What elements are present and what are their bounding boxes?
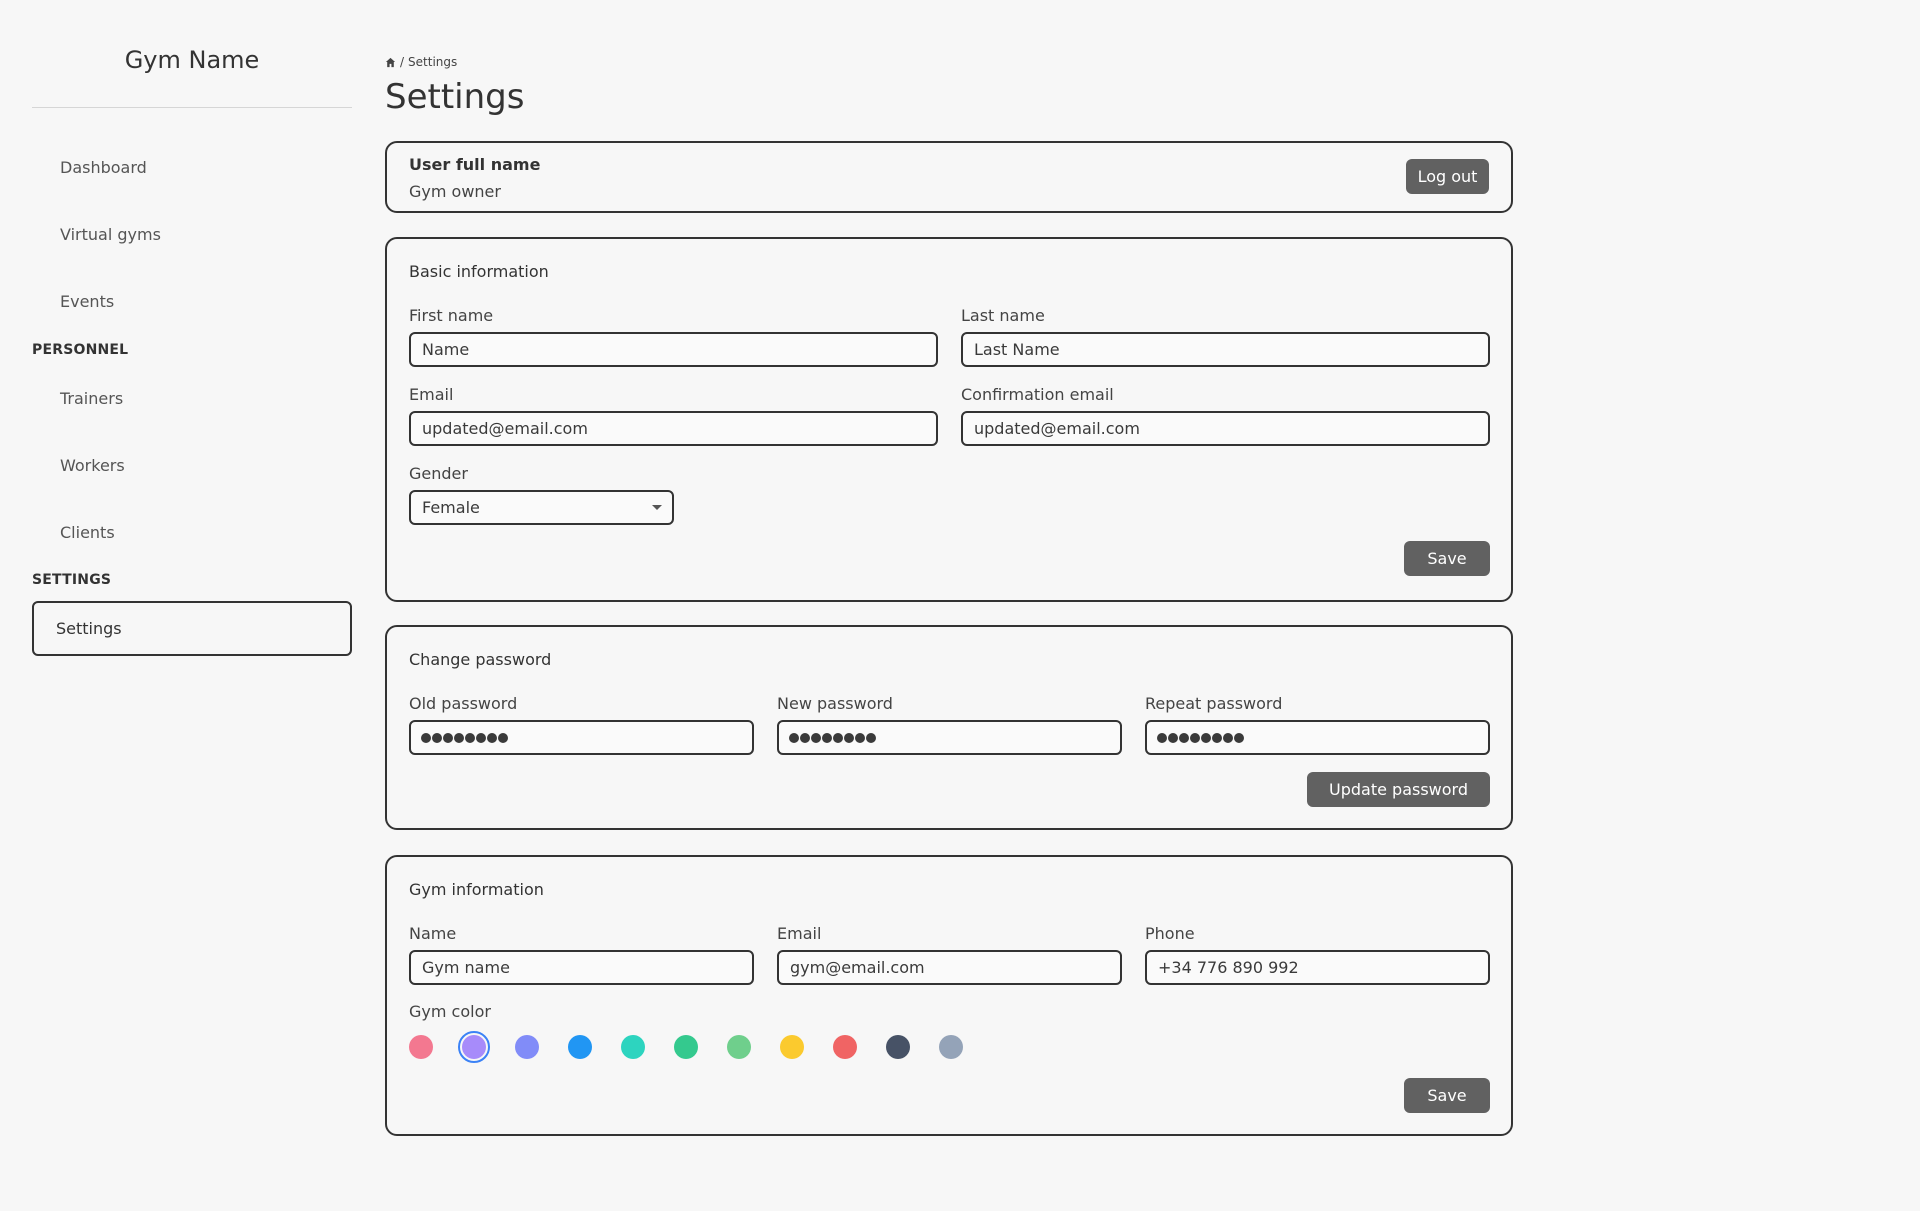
first-name-input[interactable] <box>409 332 938 367</box>
chevron-down-icon <box>652 505 662 510</box>
gym-color-swatch[interactable] <box>727 1035 751 1059</box>
gym-color-swatch[interactable] <box>674 1035 698 1059</box>
password-mask-dot <box>1223 732 1233 743</box>
gym-color-swatch-fill <box>462 1035 486 1059</box>
basic-information-title: Basic information <box>409 262 549 281</box>
user-full-name: User full name <box>409 155 541 174</box>
gym-phone-input[interactable] <box>1145 950 1490 985</box>
gym-color-swatch[interactable] <box>409 1035 433 1059</box>
password-mask-dot <box>1234 732 1244 743</box>
gym-name-input[interactable] <box>409 950 754 985</box>
password-mask-dot <box>811 732 821 743</box>
breadcrumb-separator: / <box>400 55 405 69</box>
page-title: Settings <box>385 77 525 117</box>
password-mask-dot <box>1157 732 1167 743</box>
gym-info-save-button[interactable]: Save <box>1404 1078 1490 1113</box>
password-mask-dot <box>844 732 854 743</box>
password-mask-dot <box>866 732 876 743</box>
email-input[interactable] <box>409 411 938 446</box>
gym-color-swatch[interactable] <box>515 1035 539 1059</box>
confirmation-email-label: Confirmation email <box>961 385 1114 404</box>
gym-phone-label: Phone <box>1145 924 1195 943</box>
user-card: User full name Gym owner Log out <box>385 141 1513 213</box>
new-password-label: New password <box>777 694 893 713</box>
password-mask-dot <box>1212 732 1222 743</box>
gym-information-title: Gym information <box>409 880 544 899</box>
sidebar-heading-settings: SETTINGS <box>32 572 112 588</box>
breadcrumb-current: Settings <box>408 55 458 69</box>
gym-color-swatch[interactable] <box>568 1035 592 1059</box>
new-password-input[interactable] <box>777 720 1122 755</box>
sidebar-item-trainers[interactable]: Trainers <box>60 389 123 408</box>
brand-name: Gym Name <box>124 46 260 74</box>
password-mask-dot <box>855 732 865 743</box>
gender-select[interactable]: Female <box>409 490 674 525</box>
password-mask-dot <box>443 732 453 743</box>
repeat-password-input[interactable] <box>1145 720 1490 755</box>
gym-email-input[interactable] <box>777 950 1122 985</box>
password-mask-dot <box>1201 732 1211 743</box>
gym-color-swatch[interactable] <box>833 1035 857 1059</box>
password-mask-dot <box>800 732 810 743</box>
password-mask-dot <box>1190 732 1200 743</box>
sidebar: Gym Name Dashboard Virtual gyms Events P… <box>32 0 352 1211</box>
repeat-password-label: Repeat password <box>1145 694 1283 713</box>
gym-color-swatch[interactable] <box>780 1035 804 1059</box>
password-mask-dot <box>822 732 832 743</box>
gym-color-swatch-selected[interactable] <box>458 1031 490 1063</box>
password-mask-dot <box>476 732 486 743</box>
email-label: Email <box>409 385 454 404</box>
user-role: Gym owner <box>409 182 501 201</box>
password-mask-dot <box>1168 732 1178 743</box>
password-mask-dot <box>833 732 843 743</box>
password-mask-dot <box>487 732 497 743</box>
gym-name-label: Name <box>409 924 457 943</box>
sidebar-item-virtual-gyms[interactable]: Virtual gyms <box>60 225 161 244</box>
gym-email-label: Email <box>777 924 822 943</box>
last-name-input[interactable] <box>961 332 1490 367</box>
password-mask-dot <box>465 732 475 743</box>
password-mask-dot <box>454 732 464 743</box>
change-password-title: Change password <box>409 650 552 669</box>
last-name-label: Last name <box>961 306 1045 325</box>
first-name-label: First name <box>409 306 494 325</box>
basic-info-save-button[interactable]: Save <box>1404 541 1490 576</box>
brand-divider <box>32 107 352 108</box>
gym-color-swatch[interactable] <box>886 1035 910 1059</box>
gym-color-swatch[interactable] <box>939 1035 963 1059</box>
change-password-card: Change password Old password New passwor… <box>385 625 1513 830</box>
confirmation-email-input[interactable] <box>961 411 1490 446</box>
password-mask-dot <box>432 732 442 743</box>
sidebar-heading-personnel: PERSONNEL <box>32 342 129 358</box>
logout-button[interactable]: Log out <box>1406 159 1489 194</box>
sidebar-item-settings[interactable]: Settings <box>32 601 352 656</box>
password-mask-dot <box>421 732 431 743</box>
gender-value: Female <box>422 498 480 517</box>
gym-information-card: Gym information Name Email Phone Gym col… <box>385 855 1513 1136</box>
basic-information-card: Basic information First name Last name E… <box>385 237 1513 602</box>
password-mask-dot <box>1179 732 1189 743</box>
password-mask-dot <box>498 732 508 743</box>
update-password-button[interactable]: Update password <box>1307 772 1490 807</box>
sidebar-item-dashboard[interactable]: Dashboard <box>60 158 147 177</box>
old-password-input[interactable] <box>409 720 754 755</box>
old-password-label: Old password <box>409 694 518 713</box>
sidebar-item-clients[interactable]: Clients <box>60 523 115 542</box>
gender-label: Gender <box>409 464 468 483</box>
gym-color-label: Gym color <box>409 1002 491 1021</box>
password-mask-dot <box>789 732 799 743</box>
home-icon[interactable] <box>385 57 396 68</box>
gym-color-swatch[interactable] <box>621 1035 645 1059</box>
sidebar-item-events[interactable]: Events <box>60 292 114 311</box>
sidebar-item-workers[interactable]: Workers <box>60 456 125 475</box>
breadcrumb: / Settings <box>385 55 457 69</box>
